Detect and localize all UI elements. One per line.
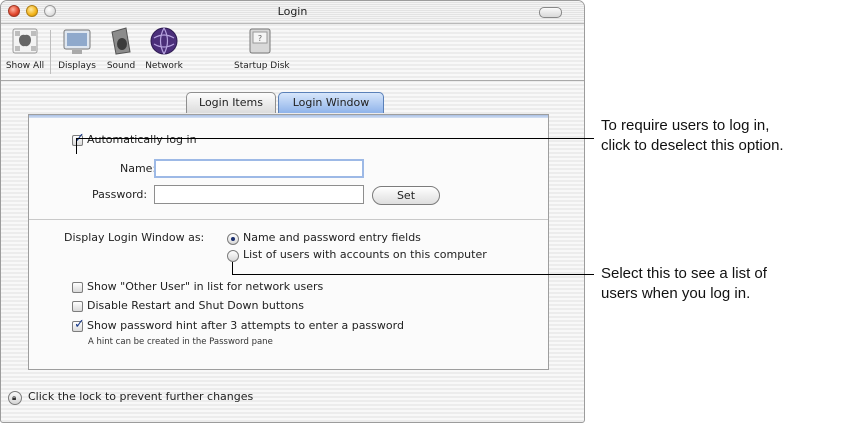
callout-text: Select this to see a list of bbox=[601, 265, 767, 282]
other-user-label: Show "Other User" in list for network us… bbox=[87, 280, 324, 293]
password-hint-checkbox[interactable]: ✓ bbox=[72, 317, 85, 332]
title-bar[interactable]: Login bbox=[1, 1, 584, 24]
speaker-icon bbox=[104, 26, 138, 58]
toolbar-startup-disk[interactable]: ? Startup Disk bbox=[234, 26, 290, 71]
password-label: Password: bbox=[92, 188, 148, 201]
callout-line bbox=[232, 274, 594, 275]
toolbar: Show All Displays Sound Network ? Startu… bbox=[1, 24, 584, 81]
password-field[interactable] bbox=[154, 185, 364, 204]
preferences-window: Login Show All Displays Sound Network ? … bbox=[0, 0, 585, 423]
callout-line bbox=[232, 262, 233, 274]
toolbar-sound[interactable]: Sound bbox=[103, 26, 139, 71]
toolbar-label: Show All bbox=[5, 61, 45, 71]
toolbar-label: Startup Disk bbox=[234, 61, 290, 71]
checkmark-icon: ✓ bbox=[74, 317, 85, 332]
name-field[interactable] bbox=[154, 159, 364, 178]
disable-restart-label: Disable Restart and Shut Down buttons bbox=[87, 299, 304, 312]
toolbar-label: Network bbox=[145, 61, 183, 71]
display-icon bbox=[60, 26, 94, 58]
globe-icon bbox=[147, 26, 181, 58]
tab-login-window[interactable]: Login Window bbox=[278, 92, 384, 113]
toolbar-label: Displays bbox=[58, 61, 96, 71]
radio-list-users[interactable] bbox=[227, 250, 239, 262]
callout-text: To require users to log in, bbox=[601, 117, 770, 134]
lock-text: Click the lock to prevent further change… bbox=[28, 390, 254, 403]
radio-list-users-label: List of users with accounts on this comp… bbox=[243, 248, 487, 261]
toolbar-separator bbox=[50, 30, 51, 74]
other-user-checkbox[interactable] bbox=[72, 282, 83, 293]
callout-autologin: To require users to log in, click to des… bbox=[601, 116, 784, 156]
toolbar-displays[interactable]: Displays bbox=[57, 26, 97, 71]
auto-login-label: Automatically log in bbox=[87, 133, 197, 146]
display-as-label: Display Login Window as: bbox=[64, 231, 205, 244]
toolbar-label: Sound bbox=[106, 61, 136, 71]
tab-login-items[interactable]: Login Items bbox=[186, 92, 276, 113]
name-label: Name: bbox=[120, 162, 157, 175]
section-divider bbox=[29, 219, 548, 220]
disk-icon: ? bbox=[243, 26, 277, 58]
callout-text: click to deselect this option. bbox=[601, 137, 784, 154]
callout-text: users when you log in. bbox=[601, 285, 751, 302]
lock-button[interactable]: 🔒︎ bbox=[8, 391, 22, 405]
panel-top-highlight bbox=[29, 115, 548, 118]
login-window-panel: ✓ Automatically log in Name: Password: S… bbox=[28, 114, 549, 370]
radio-name-password-label: Name and password entry fields bbox=[243, 231, 421, 244]
callout-line bbox=[76, 138, 77, 154]
disable-restart-checkbox[interactable] bbox=[72, 301, 83, 312]
window-title: Login bbox=[277, 5, 308, 18]
svg-text:?: ? bbox=[258, 34, 262, 43]
auto-login-checkbox[interactable]: ✓ bbox=[72, 131, 85, 146]
lock-icon: 🔒︎ bbox=[12, 393, 17, 402]
apple-grid-icon bbox=[8, 26, 42, 58]
radio-name-password[interactable] bbox=[227, 233, 239, 245]
callout-user-list: Select this to see a list of users when … bbox=[601, 264, 767, 304]
toolbar-show-all[interactable]: Show All bbox=[5, 26, 45, 71]
callout-line bbox=[76, 138, 594, 139]
toolbar-network[interactable]: Network bbox=[142, 26, 186, 71]
set-button[interactable]: Set bbox=[372, 186, 440, 205]
password-hint-label: Show password hint after 3 attempts to e… bbox=[87, 319, 404, 332]
hint-note: A hint can be created in the Password pa… bbox=[88, 337, 273, 347]
toolbar-toggle-button[interactable] bbox=[539, 7, 562, 18]
